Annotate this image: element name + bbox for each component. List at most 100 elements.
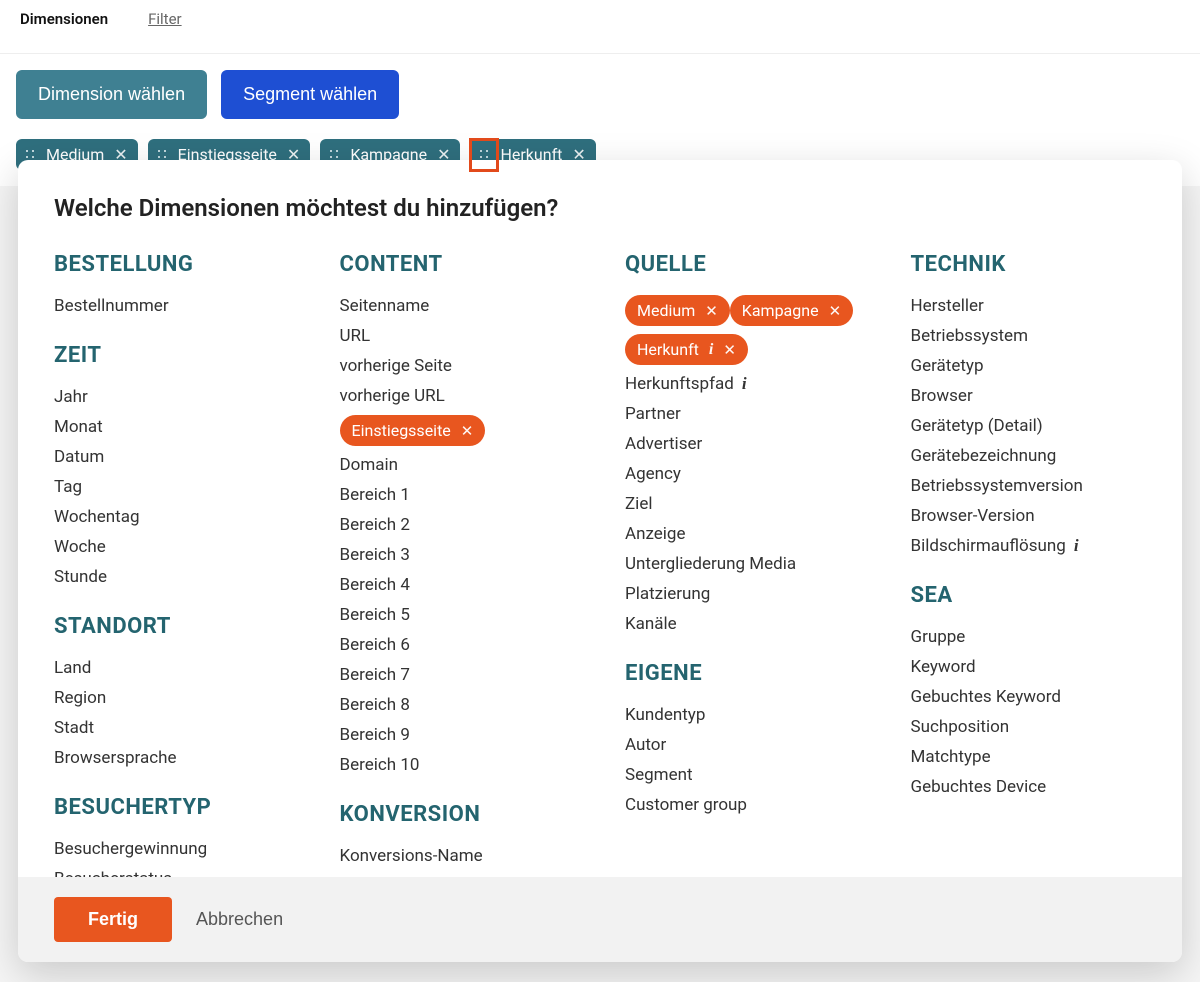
- dimension-item[interactable]: Datum: [54, 442, 290, 472]
- dimension-item[interactable]: Browser-Version: [911, 501, 1147, 531]
- dimension-item[interactable]: Jahr: [54, 382, 290, 412]
- close-icon[interactable]: ✕: [461, 422, 474, 440]
- dimension-item[interactable]: Keyword: [911, 652, 1147, 682]
- pill-label: Einstiegsseite: [352, 421, 451, 440]
- col-2: CONTENT SeitennameURLvorherige Seitevorh…: [340, 252, 576, 877]
- group-zeit-title: ZEIT: [54, 343, 290, 368]
- dimension-item[interactable]: Bereich 4: [340, 570, 576, 600]
- group-content-title: CONTENT: [340, 252, 576, 277]
- close-icon[interactable]: ✕: [723, 341, 736, 359]
- dimension-item[interactable]: Gebuchtes Keyword: [911, 682, 1147, 712]
- dimension-item[interactable]: Bereich 1: [340, 480, 576, 510]
- dimension-item[interactable]: Domain: [340, 450, 576, 480]
- dimension-item[interactable]: Bereich 10: [340, 750, 576, 780]
- dimension-item[interactable]: Ziel: [625, 489, 861, 519]
- info-icon[interactable]: i: [709, 341, 713, 359]
- dimension-item[interactable]: Suchposition: [911, 712, 1147, 742]
- dimension-item[interactable]: Bereich 7: [340, 660, 576, 690]
- dimension-item[interactable]: Partner: [625, 399, 861, 429]
- dimension-item[interactable]: Besucherstatus: [54, 864, 290, 877]
- dimension-item[interactable]: Bereich 8: [340, 690, 576, 720]
- dimension-item[interactable]: Platzierung: [625, 579, 861, 609]
- dimension-item[interactable]: Gruppe: [911, 622, 1147, 652]
- col-4: TECHNIK HerstellerBetriebssystemGerätety…: [911, 252, 1147, 877]
- dimension-item-bildschirm[interactable]: Bildschirmauflösung i: [911, 531, 1147, 561]
- dimension-item[interactable]: Betriebssystem: [911, 321, 1147, 351]
- dimension-item[interactable]: Stadt: [54, 713, 290, 743]
- dimension-item[interactable]: Land: [54, 653, 290, 683]
- dimension-item[interactable]: Kanäle: [625, 609, 861, 639]
- dimension-item[interactable]: Bereich 2: [340, 510, 576, 540]
- dimension-item[interactable]: Besuchergewinnung: [54, 834, 290, 864]
- pill-label: Medium: [637, 301, 695, 320]
- group-bestellung-title: BESTELLUNG: [54, 252, 290, 277]
- dimension-item[interactable]: Kundentyp: [625, 700, 861, 730]
- dimension-item[interactable]: vorherige URL: [340, 381, 576, 411]
- selected-pill[interactable]: Medium ✕: [625, 295, 730, 326]
- tab-filter[interactable]: Filter: [148, 10, 182, 34]
- dimension-item[interactable]: Matchtype: [911, 742, 1147, 772]
- dimension-item-herkunftspfad[interactable]: Herkunftspfad i: [625, 369, 861, 399]
- dimension-item[interactable]: Seitenname: [340, 291, 576, 321]
- dimension-item[interactable]: URL: [340, 321, 576, 351]
- top-tabs: Dimensionen Filter: [0, 0, 1200, 34]
- panel-title: Welche Dimensionen möchtest du hinzufüge…: [54, 194, 1146, 222]
- dimension-item[interactable]: Anzeige: [625, 519, 861, 549]
- item-label: Bildschirmauflösung: [911, 536, 1066, 556]
- col-3: QUELLE Medium ✕ Kampagne ✕ Herkunft i ✕ Herkun…: [625, 252, 861, 877]
- selected-pill[interactable]: Kampagne ✕: [730, 295, 853, 326]
- dimension-item[interactable]: Betriebssystemversion: [911, 471, 1147, 501]
- dimension-item[interactable]: Tag: [54, 472, 290, 502]
- dimension-item[interactable]: Browser: [911, 381, 1147, 411]
- dimension-item[interactable]: Bestellnummer: [54, 291, 290, 321]
- dimension-item[interactable]: Agency: [625, 459, 861, 489]
- dimension-item[interactable]: Hersteller: [911, 291, 1147, 321]
- dimension-item[interactable]: Autor: [625, 730, 861, 760]
- tab-dimensions[interactable]: Dimensionen: [20, 10, 108, 34]
- selected-pill[interactable]: Herkunft i ✕: [625, 334, 748, 365]
- info-icon[interactable]: i: [1074, 536, 1079, 556]
- group-sea-title: SEA: [911, 583, 1147, 608]
- dimension-item[interactable]: Monat: [54, 412, 290, 442]
- choose-segment-button[interactable]: Segment wählen: [221, 70, 399, 119]
- item-label: Herkunftspfad: [625, 374, 734, 394]
- col-1: BESTELLUNG Bestellnummer ZEIT JahrMonatD…: [54, 252, 290, 877]
- group-konversion-title: KONVERSION: [340, 802, 576, 827]
- dimension-item[interactable]: Gerätetyp (Detail): [911, 411, 1147, 441]
- dimension-item[interactable]: Region: [54, 683, 290, 713]
- pill-label: Kampagne: [742, 301, 819, 320]
- info-icon[interactable]: i: [742, 374, 747, 394]
- dimension-item[interactable]: Woche: [54, 532, 290, 562]
- divider: [0, 34, 1200, 54]
- dimension-picker-panel: Welche Dimensionen möchtest du hinzufüge…: [18, 160, 1182, 962]
- dimension-item[interactable]: Bereich 5: [340, 600, 576, 630]
- choose-dimension-button[interactable]: Dimension wählen: [16, 70, 207, 119]
- dimension-item[interactable]: vorherige Seite: [340, 351, 576, 381]
- group-besuchertyp-title: BESUCHERTYP: [54, 795, 290, 820]
- close-icon[interactable]: ✕: [705, 302, 718, 320]
- group-standort-title: STANDORT: [54, 614, 290, 639]
- dimension-item[interactable]: Segment: [625, 760, 861, 790]
- cancel-button[interactable]: Abbrechen: [196, 909, 283, 930]
- dimension-item[interactable]: Advertiser: [625, 429, 861, 459]
- dimension-item[interactable]: Bereich 6: [340, 630, 576, 660]
- group-quelle-title: QUELLE: [625, 252, 861, 277]
- dimension-item[interactable]: Untergliederung Media: [625, 549, 861, 579]
- dimension-item[interactable]: Browsersprache: [54, 743, 290, 773]
- dimension-item[interactable]: Bereich 9: [340, 720, 576, 750]
- selected-pill-einstiegsseite[interactable]: Einstiegsseite ✕: [340, 415, 486, 446]
- dimension-item[interactable]: Stunde: [54, 562, 290, 592]
- dimension-item[interactable]: Gebuchtes Device: [911, 772, 1147, 802]
- dimension-item[interactable]: Bereich 3: [340, 540, 576, 570]
- dimension-item[interactable]: Gerätetyp: [911, 351, 1147, 381]
- group-eigene-title: EIGENE: [625, 661, 861, 686]
- pill-label: Herkunft: [637, 340, 699, 359]
- group-technik-title: TECHNIK: [911, 252, 1147, 277]
- close-icon[interactable]: ✕: [829, 302, 842, 320]
- dimension-item[interactable]: Wochentag: [54, 502, 290, 532]
- panel-footer: Fertig Abbrechen: [18, 877, 1182, 962]
- dimension-item[interactable]: Gerätebezeichnung: [911, 441, 1147, 471]
- dimension-item[interactable]: Customer group: [625, 790, 861, 820]
- dimension-item[interactable]: Konversions-Name: [340, 841, 576, 871]
- done-button[interactable]: Fertig: [54, 897, 172, 942]
